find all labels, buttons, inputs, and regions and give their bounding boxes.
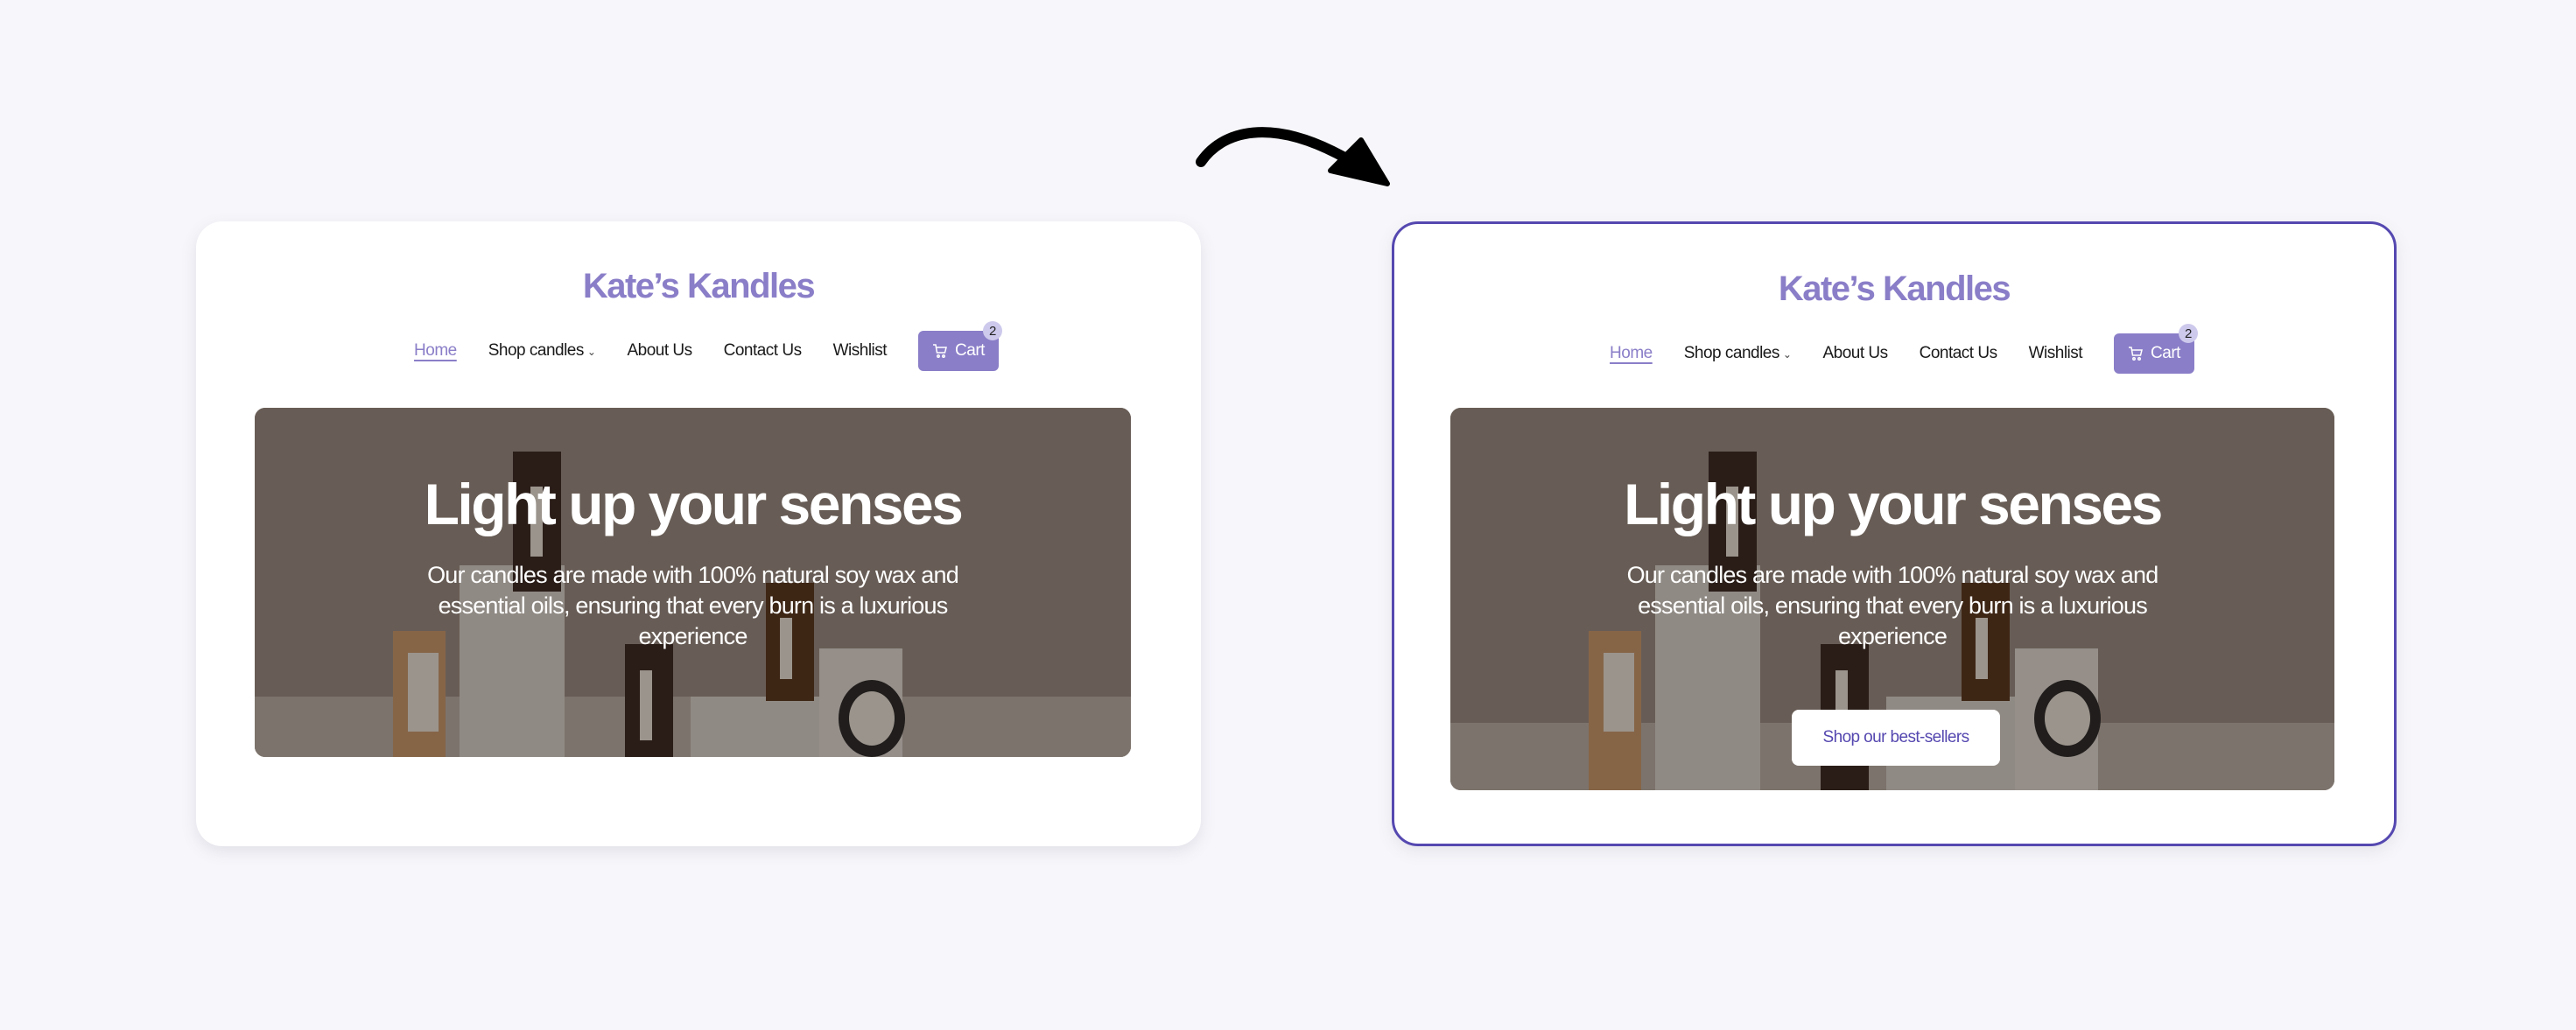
- nav-about-us[interactable]: About Us: [627, 341, 692, 361]
- cart-button[interactable]: Cart 2: [918, 321, 1002, 371]
- nav-contact-us[interactable]: Contact Us: [724, 341, 802, 361]
- after-website-preview: Kate’s Kandles Home Shop candles ⌄ About …: [1392, 221, 2397, 846]
- nav-home[interactable]: Home: [414, 341, 457, 361]
- nav-wishlist[interactable]: Wishlist: [2029, 344, 2083, 363]
- nav-shop-candles[interactable]: Shop candles ⌄: [488, 341, 596, 361]
- hero-banner: Light up your senses Our candles are mad…: [1450, 408, 2334, 790]
- cart-count-badge: 2: [2178, 324, 2198, 343]
- shop-best-sellers-button[interactable]: Shop our best-sellers: [1792, 710, 2000, 766]
- main-nav: Home Shop candles ⌄ About Us Contact Us W…: [1394, 324, 2394, 374]
- hero-subtitle: Our candles are made with 100% natural s…: [1626, 562, 2159, 649]
- site-logo[interactable]: Kate’s Kandles: [196, 267, 1201, 306]
- cart-icon: [2129, 347, 2144, 361]
- nav-wishlist[interactable]: Wishlist: [833, 341, 888, 361]
- hero-banner: Light up your senses Our candles are mad…: [255, 408, 1131, 757]
- hero-title: Light up your senses: [424, 472, 964, 536]
- nav-shop-candles-label: Shop candles: [488, 341, 585, 360]
- cart-label: Cart: [2151, 344, 2180, 362]
- cart-button[interactable]: Cart 2: [2114, 324, 2198, 374]
- chevron-down-icon: ⌄: [1782, 348, 1792, 361]
- curved-arrow-icon: [1196, 127, 1390, 186]
- main-nav: Home Shop candles ⌄ About Us Contact Us W…: [196, 321, 1201, 371]
- nav-contact-us[interactable]: Contact Us: [1920, 344, 1997, 363]
- nav-shop-candles[interactable]: Shop candles ⌄: [1684, 344, 1792, 363]
- hero-title: Light up your senses: [1624, 472, 2163, 536]
- cart-label: Cart: [955, 341, 985, 360]
- nav-about-us[interactable]: About Us: [1822, 344, 1888, 363]
- nav-shop-candles-label: Shop candles: [1683, 344, 1780, 362]
- cart-icon: [933, 344, 948, 358]
- nav-home[interactable]: Home: [1610, 344, 1653, 363]
- hero-subtitle: Our candles are made with 100% natural s…: [427, 562, 959, 649]
- chevron-down-icon: ⌄: [586, 346, 596, 358]
- site-logo[interactable]: Kate’s Kandles: [1394, 270, 2394, 309]
- cart-count-badge: 2: [982, 321, 1002, 340]
- before-website-preview: Kate’s Kandles Home Shop candles ⌄ About …: [196, 221, 1201, 846]
